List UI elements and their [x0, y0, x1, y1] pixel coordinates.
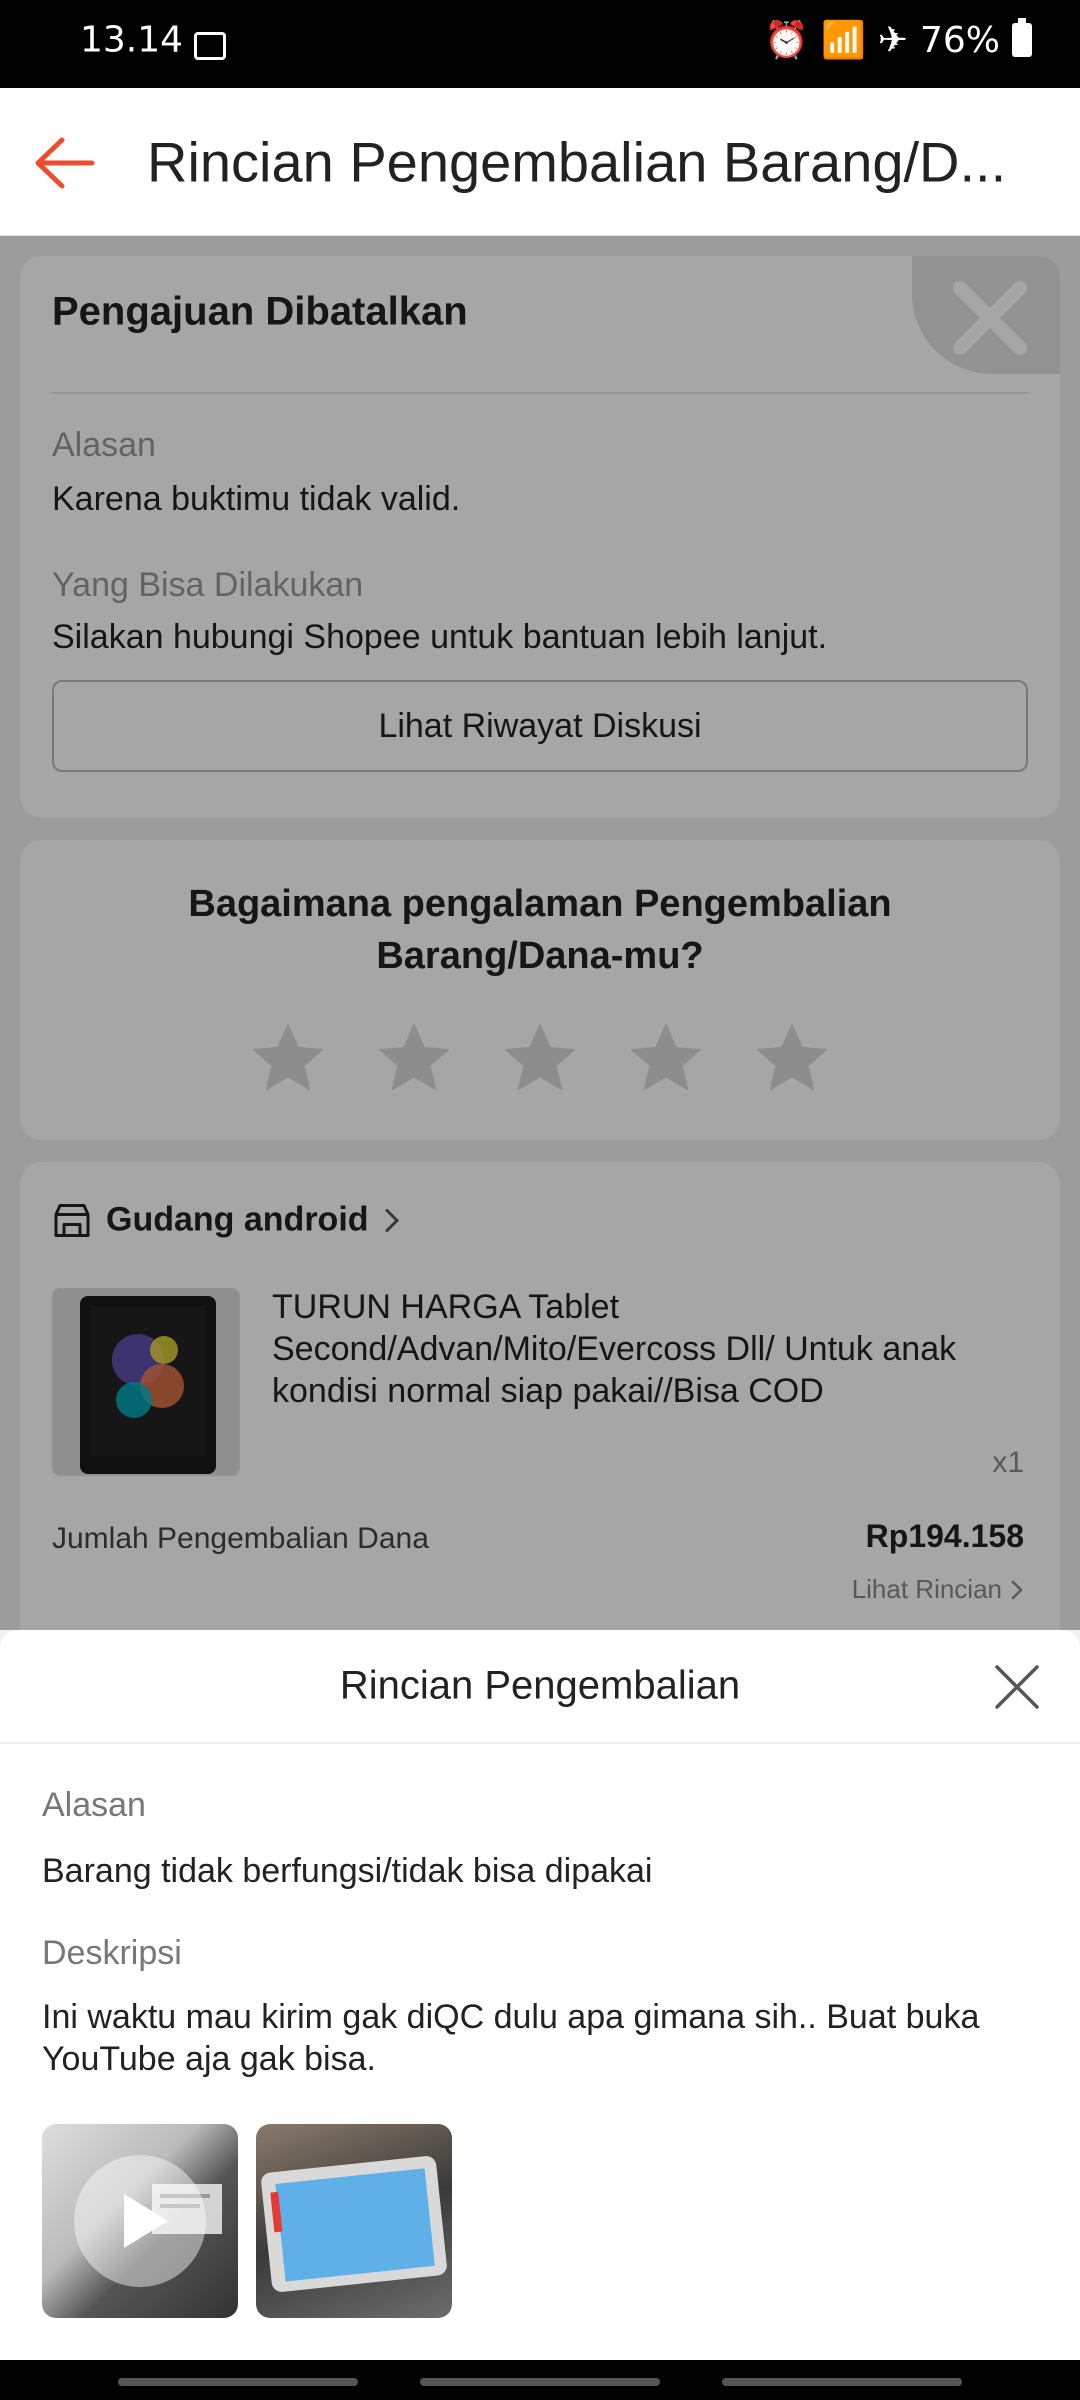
sheet-title: Rincian Pengembalian: [339, 1663, 741, 1708]
back-arrow-icon[interactable]: [32, 134, 96, 192]
status-bar: 13.14 ⏰ 📶 ✈ 76%: [0, 0, 1080, 88]
sheet-description-label: Deskripsi: [42, 1934, 182, 1972]
close-icon[interactable]: [994, 1664, 1040, 1710]
status-time: 13.14: [80, 19, 184, 61]
page-title: Rincian Pengembalian Barang/D...: [147, 130, 1007, 194]
nav-home[interactable]: [420, 2378, 660, 2386]
alarm-icon: ⏰: [764, 20, 809, 61]
nav-back[interactable]: [722, 2378, 962, 2386]
evidence-photo-thumbnail[interactable]: [256, 2124, 452, 2318]
app-bar: Rincian Pengembalian Barang/D...: [0, 88, 1080, 236]
nav-recents[interactable]: [118, 2378, 358, 2386]
sheet-description-value: Ini waktu mau kirim gak diQC dulu apa gi…: [42, 1998, 980, 2078]
evidence-video-thumbnail[interactable]: [42, 2124, 238, 2318]
refund-details-sheet: Rincian Pengembalian Alasan Barang tidak…: [0, 1630, 1080, 2360]
status-icons: ⏰ 📶 ✈ 76%: [764, 18, 1032, 61]
divider: [0, 1742, 1080, 1744]
wifi-icon: 📶: [820, 20, 866, 61]
modal-backdrop[interactable]: [0, 236, 1080, 1630]
battery-percent: 76%: [919, 19, 1000, 61]
battery-icon: [1012, 18, 1032, 57]
sheet-reason-value: Barang tidak berfungsi/tidak bisa dipaka…: [42, 1852, 653, 1890]
airplane-mode-icon: ✈: [877, 19, 908, 61]
sheet-reason-label: Alasan: [42, 1786, 146, 1824]
gallery-notification-icon: [194, 32, 226, 60]
system-nav-bar: [0, 2360, 1080, 2400]
